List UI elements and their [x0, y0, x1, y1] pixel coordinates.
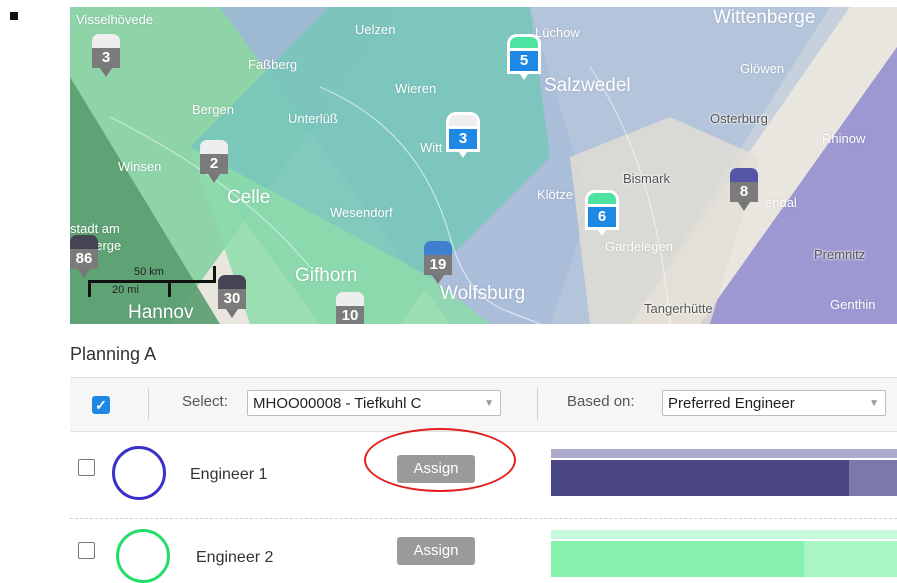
map-cluster-marker[interactable]: 8 [726, 168, 762, 214]
map-cluster-marker[interactable]: 3 [88, 34, 124, 80]
map-place-label: Glöwen [740, 61, 785, 76]
map-place-label: Tangerhütte [644, 301, 713, 316]
map-place-label: Uelzen [355, 22, 396, 37]
map-view[interactable]: Visselhövede Uelzen Lüchow Wittenberge F… [70, 7, 897, 324]
row-divider [70, 518, 897, 519]
engineer-checkbox[interactable] [78, 542, 95, 559]
load-bar-track [551, 460, 897, 496]
page-title: Planning A [70, 344, 157, 364]
load-bar-header [551, 530, 897, 539]
divider [537, 388, 538, 420]
highlight-annotation [364, 428, 516, 492]
map-place-label: Gardelegen [605, 239, 673, 254]
order-select[interactable]: MHOO00008 - Tiefkuhl C ▼ [247, 390, 501, 416]
based-on-label: Based on: [567, 393, 635, 410]
map-cluster-marker[interactable]: 5 [506, 37, 542, 83]
assign-button[interactable]: Assign [397, 537, 475, 565]
order-select-value: MHOO00008 - Tiefkuhl C [253, 395, 422, 412]
map-place-label: Visselhövede [76, 12, 154, 27]
map-cluster-marker[interactable]: 6 [584, 193, 620, 239]
map-place-label: endal [765, 195, 797, 210]
scale-mi-label: 20 mi [112, 284, 139, 296]
map-place-label: Klötze [537, 187, 574, 202]
map-place-label: Bergen [192, 102, 234, 117]
map-place-label: Witt [420, 140, 443, 155]
map-place-label: Osterburg [710, 111, 768, 126]
map-place-label: Celle [227, 187, 271, 208]
map-place-label: Gifhorn [295, 265, 358, 286]
select-all-checkbox[interactable]: ✓ [92, 396, 110, 414]
engineer-color-circle [112, 446, 166, 500]
map-place-label: Unterlüß [288, 111, 338, 126]
select-label: Select: [182, 393, 228, 410]
engineer-name: Engineer 2 [196, 549, 274, 566]
engineer-row: Engineer 1 Assign [70, 428, 897, 500]
map-place-label: Premnitz [814, 247, 866, 262]
planning-toolbar: ✓ Select: MHOO00008 - Tiefkuhl C ▼ Based… [70, 377, 897, 432]
engineer-row: Engineer 2 Assign [70, 521, 897, 583]
chevron-down-icon: ▼ [869, 398, 879, 409]
map-cluster-marker[interactable]: 2 [196, 140, 232, 186]
chevron-down-icon: ▼ [484, 398, 494, 409]
scale-km-label: 50 km [134, 266, 164, 278]
map-place-label: Winsen [118, 159, 162, 174]
map-cluster-marker[interactable]: 19 [420, 241, 456, 287]
map-cluster-marker[interactable]: 10 [332, 292, 368, 324]
map-place-label: Wittenberge [713, 7, 816, 28]
map-place-label: Faßberg [248, 57, 298, 72]
map-place-label: Salzwedel [544, 75, 631, 96]
engineer-load-bar [551, 449, 897, 499]
load-bar-track [551, 541, 897, 577]
map-place-label: Hannov [128, 302, 194, 323]
engineer-color-circle [116, 529, 170, 583]
map-place-label: Rhinow [822, 131, 866, 146]
load-bar-fill [551, 541, 804, 577]
load-bar-header [551, 449, 897, 458]
engineer-checkbox[interactable] [78, 459, 95, 476]
engineer-name: Engineer 1 [190, 466, 268, 483]
load-bar-fill [551, 460, 849, 496]
map-place-label: stadt am [70, 221, 120, 236]
based-on-select[interactable]: Preferred Engineer ▼ [662, 390, 886, 416]
map-place-label: Bismark [623, 171, 670, 186]
map-cluster-marker[interactable]: 3 [445, 115, 481, 161]
divider [148, 388, 149, 420]
map-cluster-marker[interactable]: 30 [214, 275, 250, 321]
based-on-select-value: Preferred Engineer [668, 395, 795, 412]
map-place-label: Wesendorf [330, 205, 393, 220]
map-place-label: Genthin [830, 297, 876, 312]
list-bullet [10, 12, 18, 20]
map-place-label: Wieren [395, 81, 437, 96]
map-scale-bar: 50 km 20 mi [86, 262, 216, 302]
